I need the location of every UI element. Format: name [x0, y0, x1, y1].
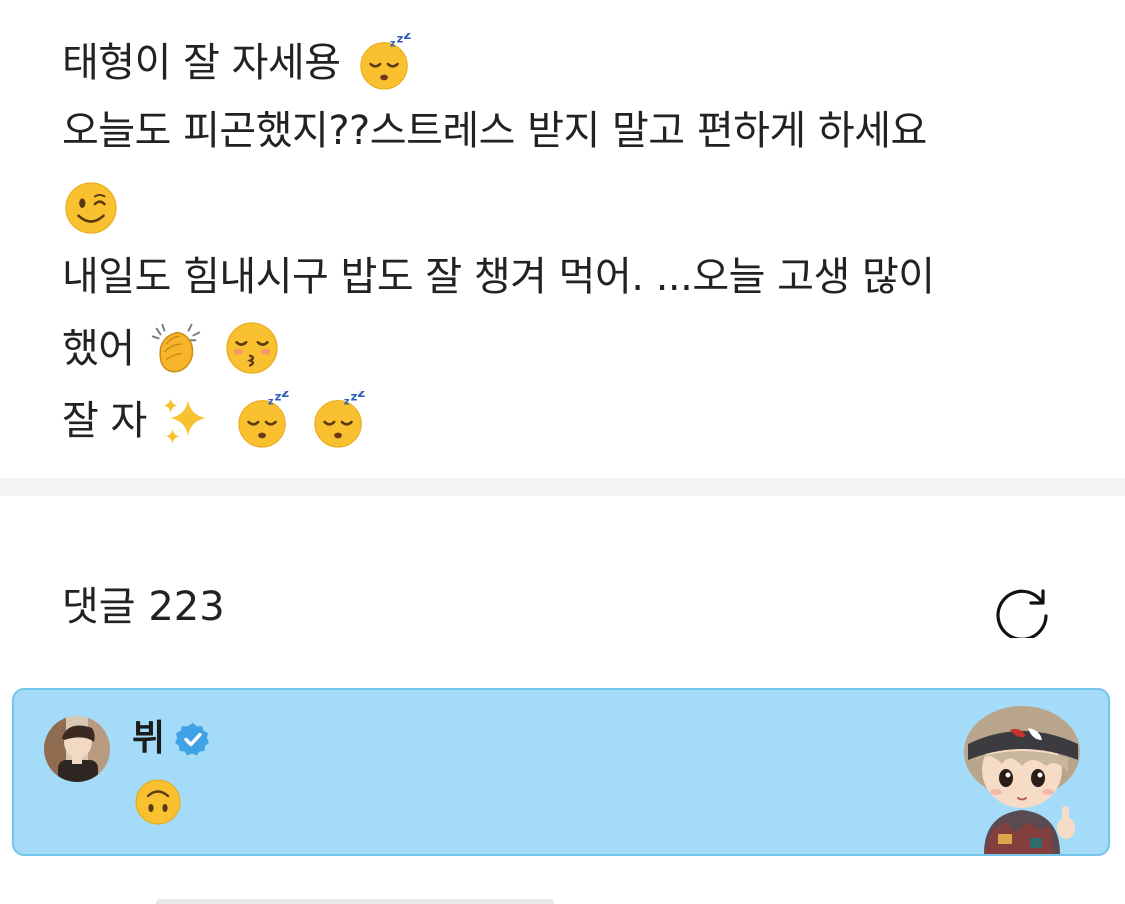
comment-author-row: 뷔	[132, 714, 211, 764]
comments-header: 댓글 223	[0, 496, 1125, 686]
svg-text:z: z	[358, 391, 366, 401]
refresh-icon	[996, 589, 1048, 641]
comment-author-name[interactable]: 뷔	[132, 717, 165, 761]
section-divider	[0, 478, 1125, 496]
post-line-4: 내일도 힘내시구 밥도 잘 챙겨 먹어. ...오늘 고생 많이	[62, 252, 935, 302]
post-line-6: 잘 자 z z z z z z	[62, 391, 371, 452]
next-comment-preview	[156, 899, 554, 904]
post-line-3-text: 내일도 힘내시구 밥도 잘 챙겨 먹어. ...오늘 고생 많이	[62, 254, 935, 300]
verified-badge-icon	[175, 723, 210, 756]
svg-text:z: z	[282, 391, 290, 401]
chibi-character-sticker	[964, 706, 1080, 854]
post-line-5-text: 잘 자	[62, 398, 147, 444]
avatar-image	[44, 716, 110, 782]
highlighted-comment[interactable]: 뷔	[12, 688, 1110, 856]
sleeping-face-icon: z z z	[314, 391, 366, 448]
avatar[interactable]	[44, 716, 110, 782]
winking-face-icon	[65, 182, 117, 234]
sparkles-icon	[163, 398, 206, 444]
sleeping-face-icon: z z z	[238, 391, 290, 448]
svg-text:z: z	[268, 397, 274, 408]
refresh-button[interactable]	[990, 582, 1056, 641]
upside-down-face-icon	[135, 779, 181, 825]
post-line-4-text: 했어	[62, 326, 135, 372]
svg-text:z: z	[390, 39, 396, 50]
kissing-face-icon	[226, 322, 278, 374]
comments-count-title: 댓글 223	[62, 584, 225, 630]
svg-text:z: z	[403, 33, 411, 43]
comment-text	[134, 778, 182, 826]
svg-text:z: z	[344, 397, 350, 408]
post-line-2-text: 오늘도 피곤했지??스트레스 받지 말고 편하게 하세요	[62, 108, 927, 154]
clapping-hands-icon	[151, 323, 200, 373]
post-line-1-text: 태형이 잘 자세용	[62, 40, 341, 86]
post-line-3	[62, 182, 122, 240]
post-line-5: 했어	[62, 322, 283, 380]
sleeping-face-icon: z z z	[360, 33, 412, 90]
post-line-2: 오늘도 피곤했지??스트레스 받지 말고 편하게 하세요	[62, 106, 927, 156]
post-body: 태형이 잘 자세용 z z z 오늘도 피곤했지??스트레스 받지 말고 편하게…	[0, 0, 1125, 478]
post-line-1: 태형이 잘 자세용 z z z	[62, 33, 417, 94]
